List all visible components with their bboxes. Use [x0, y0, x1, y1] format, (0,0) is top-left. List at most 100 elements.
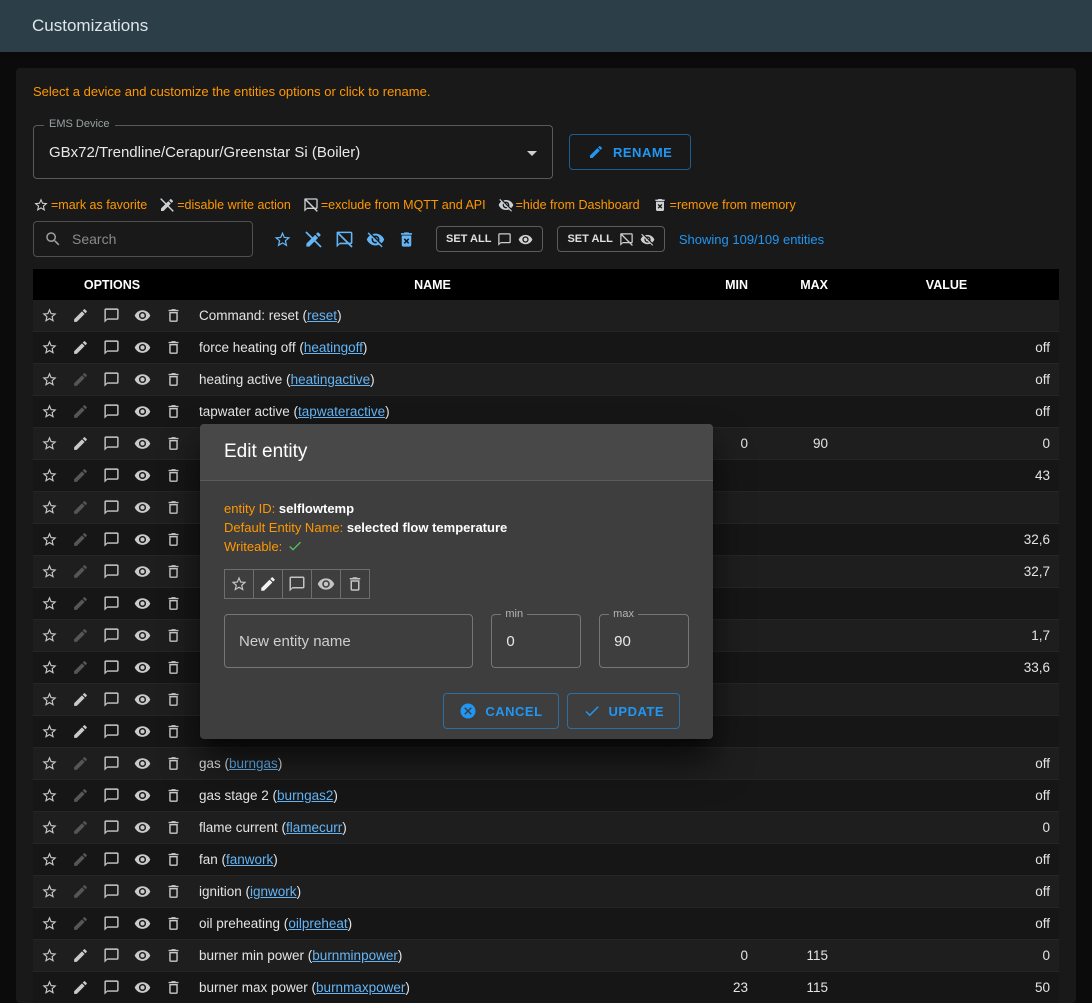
- delete-toggle[interactable]: [165, 723, 182, 740]
- visibility-toggle[interactable]: [134, 307, 151, 324]
- edit-toggle[interactable]: [72, 627, 89, 644]
- favorite-toggle[interactable]: [41, 371, 58, 388]
- favorite-toggle[interactable]: [41, 723, 58, 740]
- exclude-mqtt-toggle[interactable]: [103, 595, 120, 612]
- entity-shortname-link[interactable]: burnmaxpower: [316, 980, 405, 995]
- search-box[interactable]: [33, 221, 253, 257]
- favorite-toggle[interactable]: [41, 627, 58, 644]
- ems-device-select[interactable]: EMS Device GBx72/Trendline/Cerapur/Green…: [33, 125, 553, 179]
- entity-shortname-link[interactable]: heatingactive: [291, 372, 371, 387]
- favorite-toggle[interactable]: [41, 851, 58, 868]
- delete-toggle[interactable]: [165, 883, 182, 900]
- favorite-toggle[interactable]: [41, 531, 58, 548]
- exclude-mqtt-toggle[interactable]: [103, 307, 120, 324]
- favorite-toggle[interactable]: [41, 979, 58, 996]
- delete-toggle[interactable]: [165, 467, 182, 484]
- delete-toggle[interactable]: [165, 595, 182, 612]
- exclude-mqtt-toggle[interactable]: [103, 563, 120, 580]
- exclude-mqtt-toggle[interactable]: [103, 691, 120, 708]
- favorite-toggle[interactable]: [41, 915, 58, 932]
- new-entity-name-input[interactable]: [237, 632, 460, 651]
- edit-toggle[interactable]: [72, 435, 89, 452]
- table-row[interactable]: fan (fanwork) off: [33, 844, 1059, 876]
- edit-toggle[interactable]: [72, 723, 89, 740]
- exclude-mqtt-toggle[interactable]: [103, 851, 120, 868]
- exclude-mqtt-toggle[interactable]: [103, 659, 120, 676]
- delete-toggle[interactable]: [165, 915, 182, 932]
- visibility-toggle[interactable]: [134, 659, 151, 676]
- visibility-toggle[interactable]: [134, 435, 151, 452]
- delete-toggle[interactable]: [165, 371, 182, 388]
- entity-shortname-link[interactable]: ignwork: [250, 884, 297, 899]
- entity-shortname-link[interactable]: oilpreheat: [288, 916, 347, 931]
- entity-shortname-link[interactable]: burngas: [229, 756, 278, 771]
- edit-toggle[interactable]: [72, 659, 89, 676]
- cancel-button[interactable]: CANCEL: [443, 693, 558, 729]
- visibility-toggle[interactable]: [134, 531, 151, 548]
- table-row[interactable]: gas (burngas) off: [33, 748, 1059, 780]
- favorite-toggle[interactable]: [41, 403, 58, 420]
- exclude-mqtt-toggle[interactable]: [103, 403, 120, 420]
- edit-toggle[interactable]: [72, 499, 89, 516]
- edit-toggle[interactable]: [72, 403, 89, 420]
- table-row[interactable]: force heating off (heatingoff) off: [33, 332, 1059, 364]
- exclude-mqtt-toggle[interactable]: [103, 883, 120, 900]
- visibility-toggle[interactable]: [134, 563, 151, 580]
- favorite-toggle[interactable]: [41, 947, 58, 964]
- visibility-toggle[interactable]: [134, 883, 151, 900]
- exclude-mqtt-toggle[interactable]: [103, 723, 120, 740]
- delete-toggle[interactable]: [165, 755, 182, 772]
- delete-toggle[interactable]: [165, 819, 182, 836]
- table-row[interactable]: Command: reset (reset): [33, 300, 1059, 332]
- edit-toggle[interactable]: [72, 851, 89, 868]
- exclude-mqtt-toggle[interactable]: [103, 435, 120, 452]
- edit-toggle[interactable]: [72, 915, 89, 932]
- visibility-toggle[interactable]: [134, 787, 151, 804]
- update-button[interactable]: UPDATE: [567, 693, 680, 729]
- entity-shortname-link[interactable]: burngas2: [277, 788, 333, 803]
- favorite-toggle[interactable]: [41, 755, 58, 772]
- visibility-toggle[interactable]: [134, 691, 151, 708]
- favorite-toggle[interactable]: [224, 569, 254, 599]
- delete-toggle[interactable]: [165, 499, 182, 516]
- favorite-toggle[interactable]: [41, 499, 58, 516]
- exclude-mqtt-toggle[interactable]: [103, 531, 120, 548]
- favorite-toggle[interactable]: [41, 307, 58, 324]
- favorite-toggle[interactable]: [41, 467, 58, 484]
- filter-favorite-button[interactable]: [273, 230, 292, 249]
- visibility-toggle[interactable]: [134, 403, 151, 420]
- filter-hide-dashboard-button[interactable]: [366, 230, 385, 249]
- edit-toggle[interactable]: [72, 563, 89, 580]
- filter-exclude-mqtt-button[interactable]: [335, 230, 354, 249]
- exclude-mqtt-toggle[interactable]: [103, 755, 120, 772]
- delete-toggle[interactable]: [165, 691, 182, 708]
- edit-toggle[interactable]: [72, 339, 89, 356]
- visibility-toggle[interactable]: [134, 371, 151, 388]
- table-row[interactable]: ignition (ignwork) off: [33, 876, 1059, 908]
- entity-shortname-link[interactable]: flamecurr: [286, 820, 342, 835]
- exclude-mqtt-toggle[interactable]: [103, 339, 120, 356]
- delete-toggle[interactable]: [165, 851, 182, 868]
- edit-toggle[interactable]: [72, 307, 89, 324]
- visibility-toggle[interactable]: [134, 467, 151, 484]
- filter-delete-button[interactable]: [397, 230, 416, 249]
- search-input[interactable]: [70, 230, 242, 248]
- favorite-toggle[interactable]: [41, 435, 58, 452]
- edit-toggle[interactable]: [72, 531, 89, 548]
- edit-toggle[interactable]: [72, 947, 89, 964]
- delete-toggle[interactable]: [165, 787, 182, 804]
- visibility-toggle[interactable]: [134, 979, 151, 996]
- favorite-toggle[interactable]: [41, 339, 58, 356]
- visibility-toggle[interactable]: [134, 819, 151, 836]
- entity-shortname-link[interactable]: burnminpower: [312, 948, 398, 963]
- table-row[interactable]: gas stage 2 (burngas2) off: [33, 780, 1059, 812]
- delete-toggle[interactable]: [340, 569, 370, 599]
- entity-shortname-link[interactable]: tapwateractive: [298, 404, 385, 419]
- table-row[interactable]: oil preheating (oilpreheat) off: [33, 908, 1059, 940]
- edit-toggle[interactable]: [72, 819, 89, 836]
- max-input[interactable]: [612, 632, 676, 651]
- exclude-mqtt-toggle[interactable]: [103, 915, 120, 932]
- visibility-toggle[interactable]: [134, 755, 151, 772]
- table-row[interactable]: burner min power (burnminpower) 0 115 0: [33, 940, 1059, 972]
- exclude-mqtt-toggle[interactable]: [103, 499, 120, 516]
